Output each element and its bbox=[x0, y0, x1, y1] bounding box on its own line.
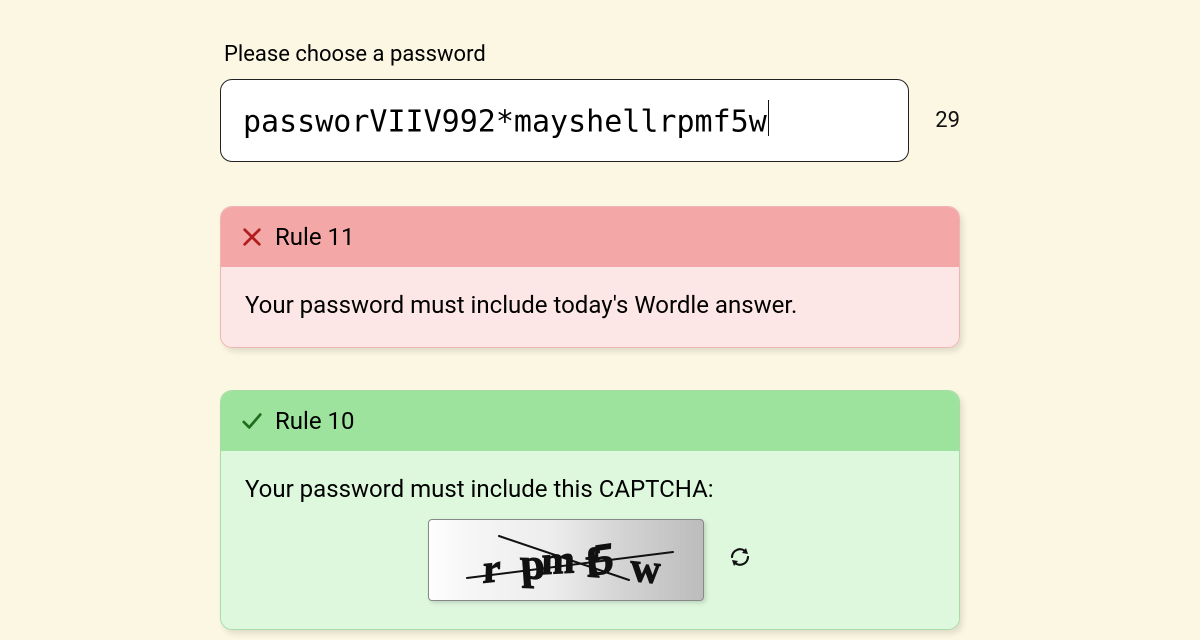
password-value: passworVIIV992*mayshellrpmf5w bbox=[243, 105, 767, 140]
rule-card-pass: Rule 10 Your password must include this … bbox=[220, 390, 960, 630]
rule-card-fail: Rule 11 Your password must include today… bbox=[220, 206, 960, 348]
check-icon bbox=[241, 410, 263, 432]
rule-title: Rule 11 bbox=[275, 223, 355, 251]
svg-text:w: w bbox=[630, 544, 662, 593]
password-input[interactable]: passworVIIV992*mayshellrpmf5w bbox=[220, 79, 909, 162]
svg-text:r: r bbox=[482, 544, 501, 591]
text-caret bbox=[768, 100, 769, 136]
rule-header: Rule 11 bbox=[221, 207, 959, 267]
svg-text:m: m bbox=[541, 536, 575, 583]
svg-text:5: 5 bbox=[591, 531, 615, 584]
x-icon bbox=[241, 226, 263, 248]
rule-header: Rule 10 bbox=[221, 391, 959, 451]
captcha-refresh-button[interactable] bbox=[728, 545, 752, 575]
refresh-icon bbox=[728, 545, 752, 569]
rule-description: Your password must include this CAPTCHA: bbox=[245, 475, 935, 503]
rule-description: Your password must include today's Wordl… bbox=[221, 267, 959, 347]
captcha-image: r p m f 5 w bbox=[428, 519, 704, 601]
char-count: 29 bbox=[935, 108, 960, 133]
password-label: Please choose a password bbox=[224, 42, 960, 67]
rule-title: Rule 10 bbox=[275, 407, 355, 435]
